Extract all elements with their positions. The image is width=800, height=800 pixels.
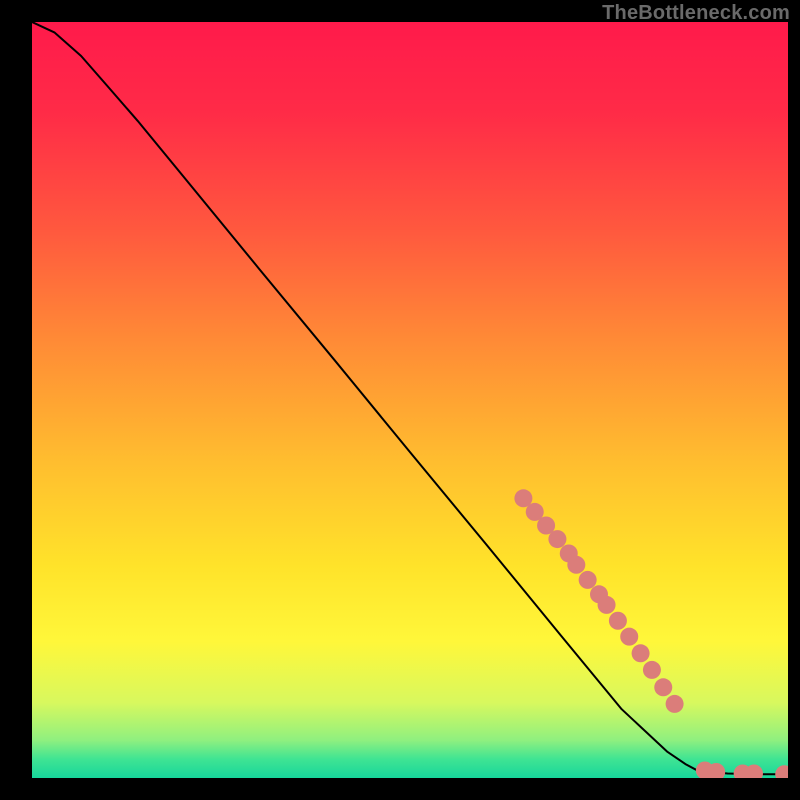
plot-area bbox=[32, 22, 788, 778]
marker-dot bbox=[643, 661, 661, 679]
chart-frame: TheBottleneck.com bbox=[0, 0, 800, 800]
chart-svg bbox=[32, 22, 788, 778]
marker-dot bbox=[598, 596, 616, 614]
watermark-text: TheBottleneck.com bbox=[602, 2, 790, 25]
marker-dot bbox=[620, 628, 638, 646]
marker-dot bbox=[632, 644, 650, 662]
marker-dot bbox=[609, 612, 627, 630]
marker-dot bbox=[567, 556, 585, 574]
marker-dot bbox=[654, 678, 672, 696]
gradient-background bbox=[32, 22, 788, 778]
marker-dot bbox=[548, 530, 566, 548]
marker-dot bbox=[666, 695, 684, 713]
marker-dot bbox=[579, 571, 597, 589]
